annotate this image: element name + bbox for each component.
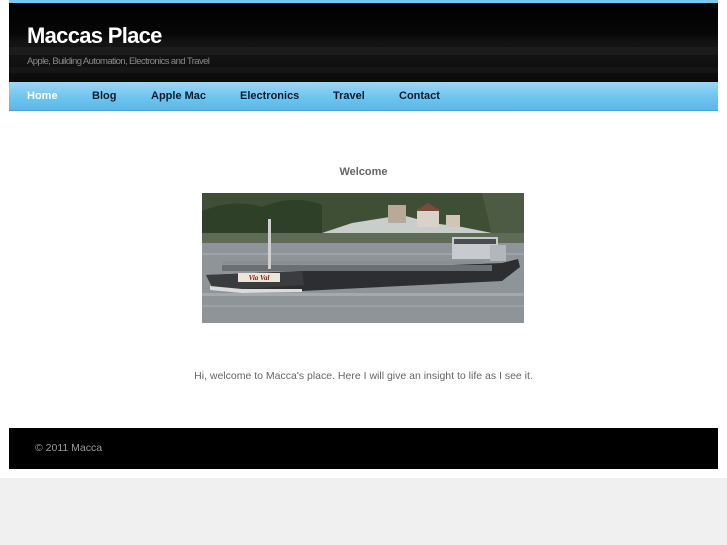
boat-name: Via Val [249,274,270,282]
nav-item-contact[interactable]: Contact [399,90,440,102]
nav-item-apple-mac[interactable]: Apple Mac [151,90,206,102]
copyright-text: © 2011 Macca [35,442,103,454]
page-heading: Welcome [339,166,388,178]
intro-text: Hi, welcome to Macca's place. Here I wil… [194,370,533,382]
site-title[interactable]: Maccas Place [27,23,162,49]
site-footer: © 2011 Macca [9,428,718,469]
nav-item-travel[interactable]: Travel [333,90,365,102]
site-tagline: Apple, Building Automation, Electronics … [27,56,210,67]
main-nav: Home Blog Apple Mac Electronics Travel C… [9,82,718,111]
site-header: Maccas Place Apple, Building Automation,… [9,0,718,82]
header-stripe [9,67,718,73]
nav-item-home[interactable]: Home [27,90,58,102]
nav-item-blog[interactable]: Blog [92,90,116,102]
river-barge-photo: Via Val [202,193,524,323]
nav-item-electronics[interactable]: Electronics [240,90,299,102]
page: Maccas Place Apple, Building Automation,… [0,0,727,478]
